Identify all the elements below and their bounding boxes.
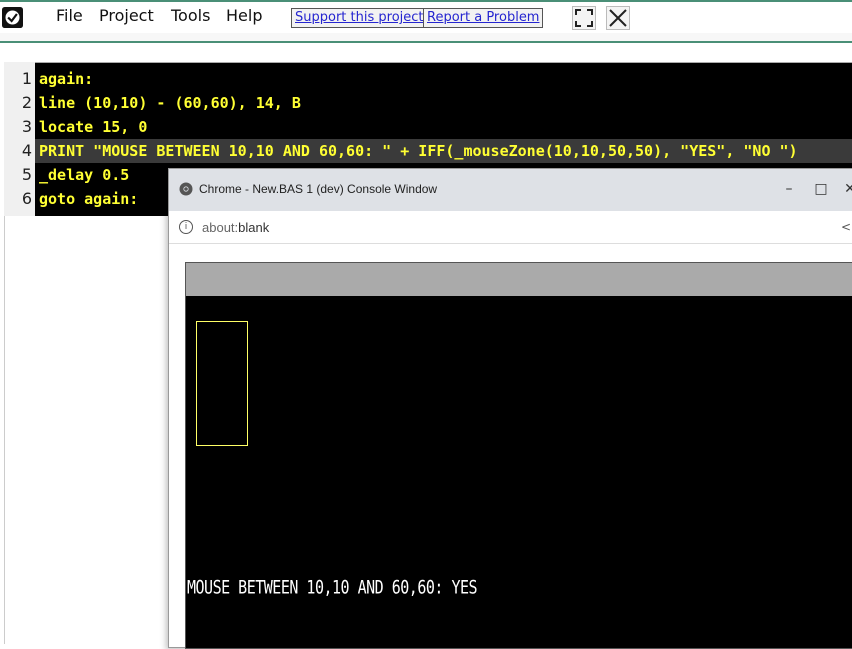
console-canvas[interactable]: MOUSE BETWEEN 10,10 AND 60,60: YES — [185, 262, 852, 649]
line-code[interactable]: locate 15, 0 — [39, 115, 147, 139]
maximize-icon[interactable]: □ — [810, 179, 832, 199]
code-line[interactable]: 2 line (10,10) - (60,60), 14, B — [0, 91, 852, 115]
console-window[interactable]: Chrome - New.BAS 1 (dev) Console Window … — [168, 168, 852, 649]
drawn-rectangle — [196, 321, 248, 446]
menu-tools[interactable]: Tools — [171, 6, 210, 25]
fullscreen-button[interactable] — [572, 6, 596, 30]
console-title-bar[interactable]: Chrome - New.BAS 1 (dev) Console Window … — [169, 169, 852, 211]
menu-help[interactable]: Help — [226, 6, 262, 25]
line-number: 2 — [21, 93, 32, 112]
line-code[interactable]: _delay 0.5 — [39, 163, 129, 187]
console-header-strip — [186, 263, 852, 296]
close-button[interactable] — [606, 6, 630, 30]
chrome-icon — [179, 182, 193, 196]
menu-file[interactable]: File — [56, 6, 83, 25]
top-bar: File Project Tools Help Support this pro… — [0, 0, 852, 33]
info-icon[interactable]: i — [179, 220, 193, 234]
report-problem-link[interactable]: Report a Problem — [423, 8, 544, 28]
line-number: 3 — [21, 117, 32, 136]
url-path: blank — [238, 220, 270, 235]
line-code[interactable]: line (10,10) - (60,60), 14, B — [39, 91, 301, 115]
check-badge-icon[interactable] — [2, 7, 23, 28]
support-project-link[interactable]: Support this project — [291, 8, 428, 28]
url-scheme: about: — [202, 220, 239, 235]
address-bar[interactable]: i about:blank < — [169, 211, 852, 244]
menu-project[interactable]: Project — [99, 6, 154, 25]
code-line[interactable]: 3 locate 15, 0 — [0, 115, 852, 139]
fullscreen-icon — [575, 9, 593, 27]
line-code[interactable]: PRINT "MOUSE BETWEEN 10,10 AND 60,60: " … — [39, 139, 798, 163]
console-output: MOUSE BETWEEN 10,10 AND 60,60: YES — [187, 576, 478, 599]
line-number: 6 — [21, 189, 32, 208]
close-icon — [609, 9, 627, 27]
window-close-icon[interactable]: ✕ — [839, 179, 852, 199]
line-number: 4 — [21, 141, 32, 160]
url-text[interactable]: about:blank — [202, 220, 269, 235]
code-line[interactable]: 4 PRINT "MOUSE BETWEEN 10,10 AND 60,60: … — [0, 139, 852, 163]
line-number: 5 — [21, 165, 32, 184]
minimize-icon[interactable]: – — [778, 179, 800, 199]
line-code[interactable]: goto again: — [39, 187, 138, 211]
line-number: 1 — [21, 69, 32, 88]
line-code[interactable]: again: — [39, 67, 93, 91]
console-window-title: Chrome - New.BAS 1 (dev) Console Window — [199, 182, 438, 196]
code-line[interactable]: 1 again: — [0, 67, 852, 91]
toolbar-separator — [0, 33, 852, 43]
share-icon[interactable]: < — [841, 220, 851, 234]
